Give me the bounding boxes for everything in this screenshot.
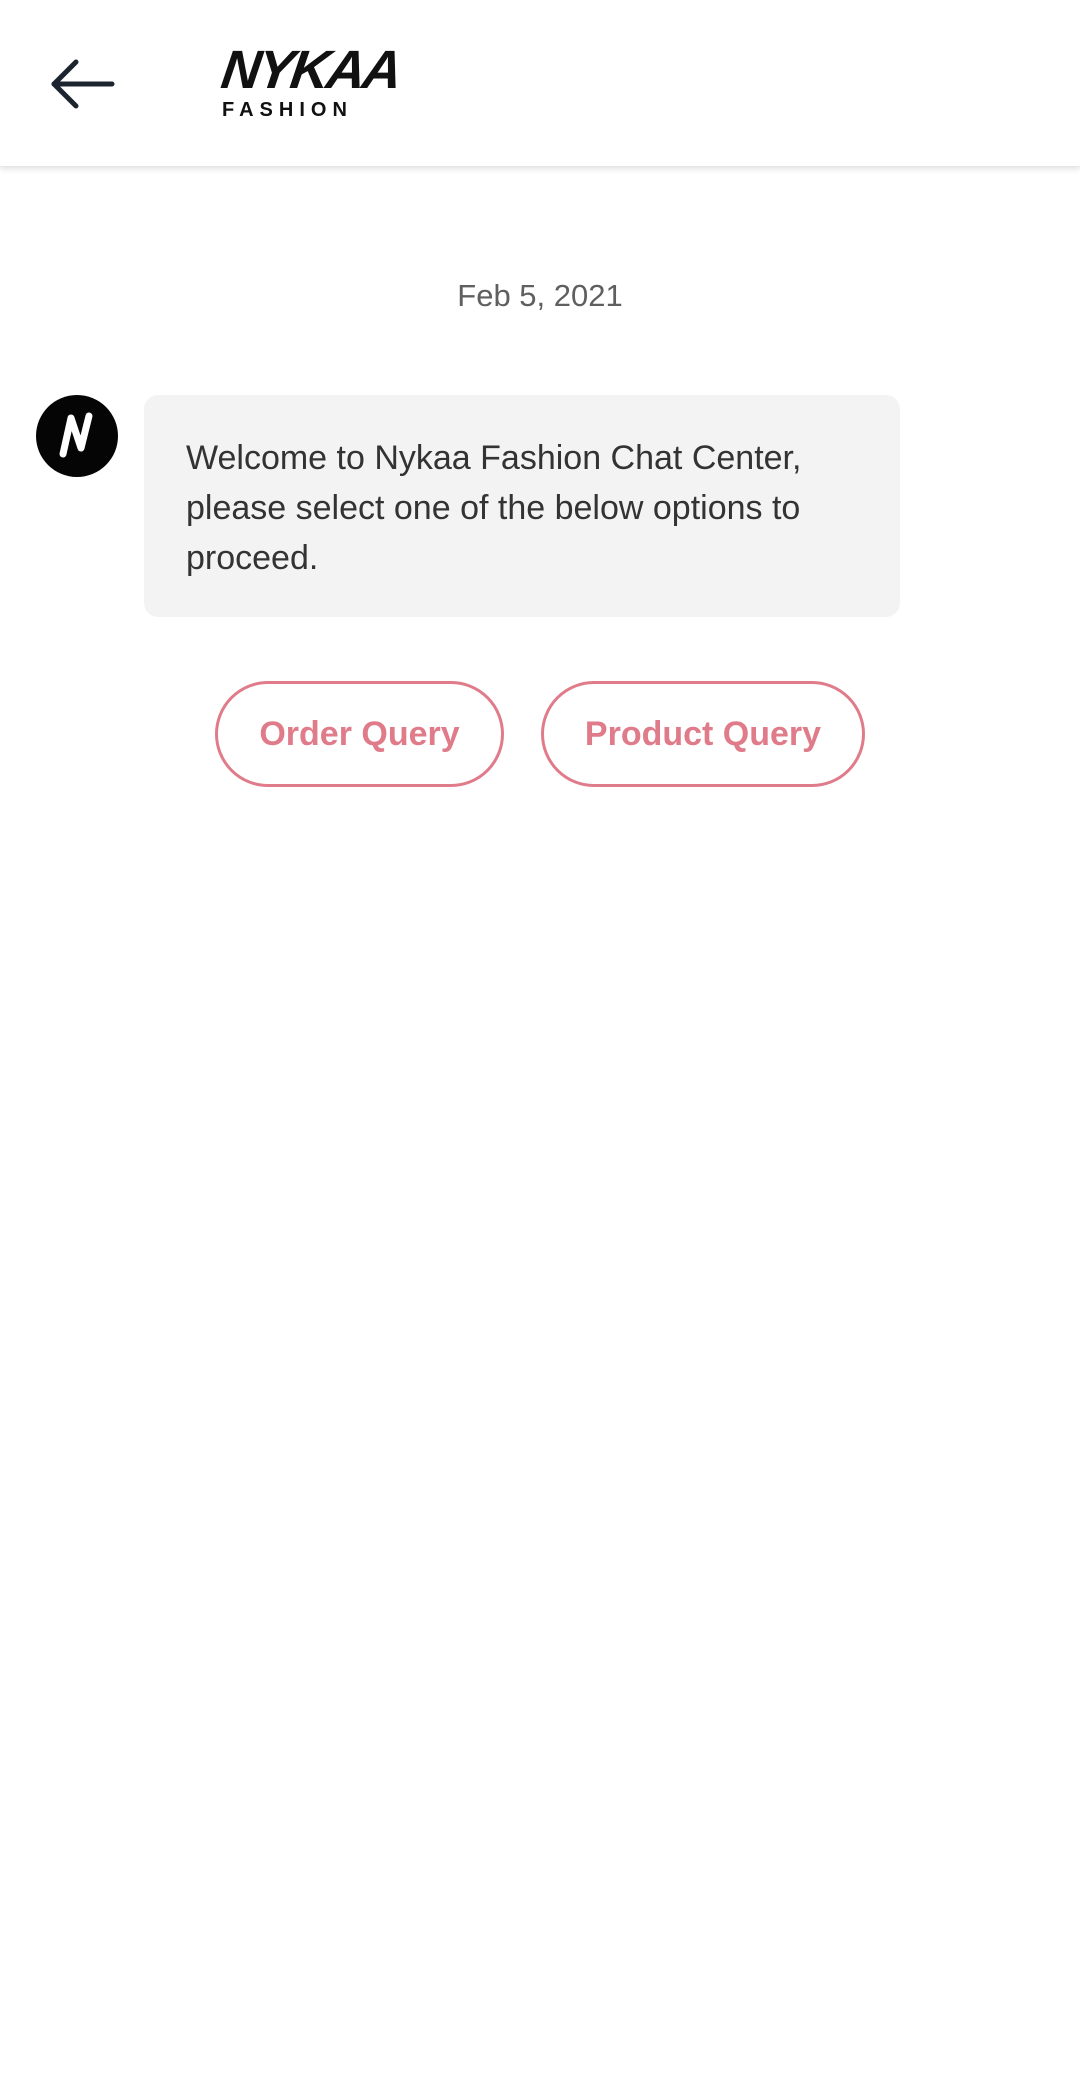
arrow-left-icon	[51, 59, 115, 109]
chat-date: Feb 5, 2021	[457, 278, 623, 313]
app-header: NYKAA FASHION	[0, 0, 1080, 167]
back-button[interactable]	[38, 44, 128, 124]
logo-subtitle: FASHION	[222, 99, 353, 121]
order-query-button[interactable]: Order Query	[215, 681, 504, 787]
product-query-button[interactable]: Product Query	[541, 681, 865, 787]
bot-avatar	[36, 395, 118, 477]
nykaa-n-icon	[59, 412, 93, 458]
nykaa-fashion-logo: NYKAA FASHION	[218, 40, 403, 126]
bot-message-text: Welcome to Nykaa Fashion Chat Center, pl…	[186, 439, 802, 577]
logo-wordmark: NYKAA	[217, 40, 404, 100]
bot-message-bubble: Welcome to Nykaa Fashion Chat Center, pl…	[144, 395, 900, 617]
